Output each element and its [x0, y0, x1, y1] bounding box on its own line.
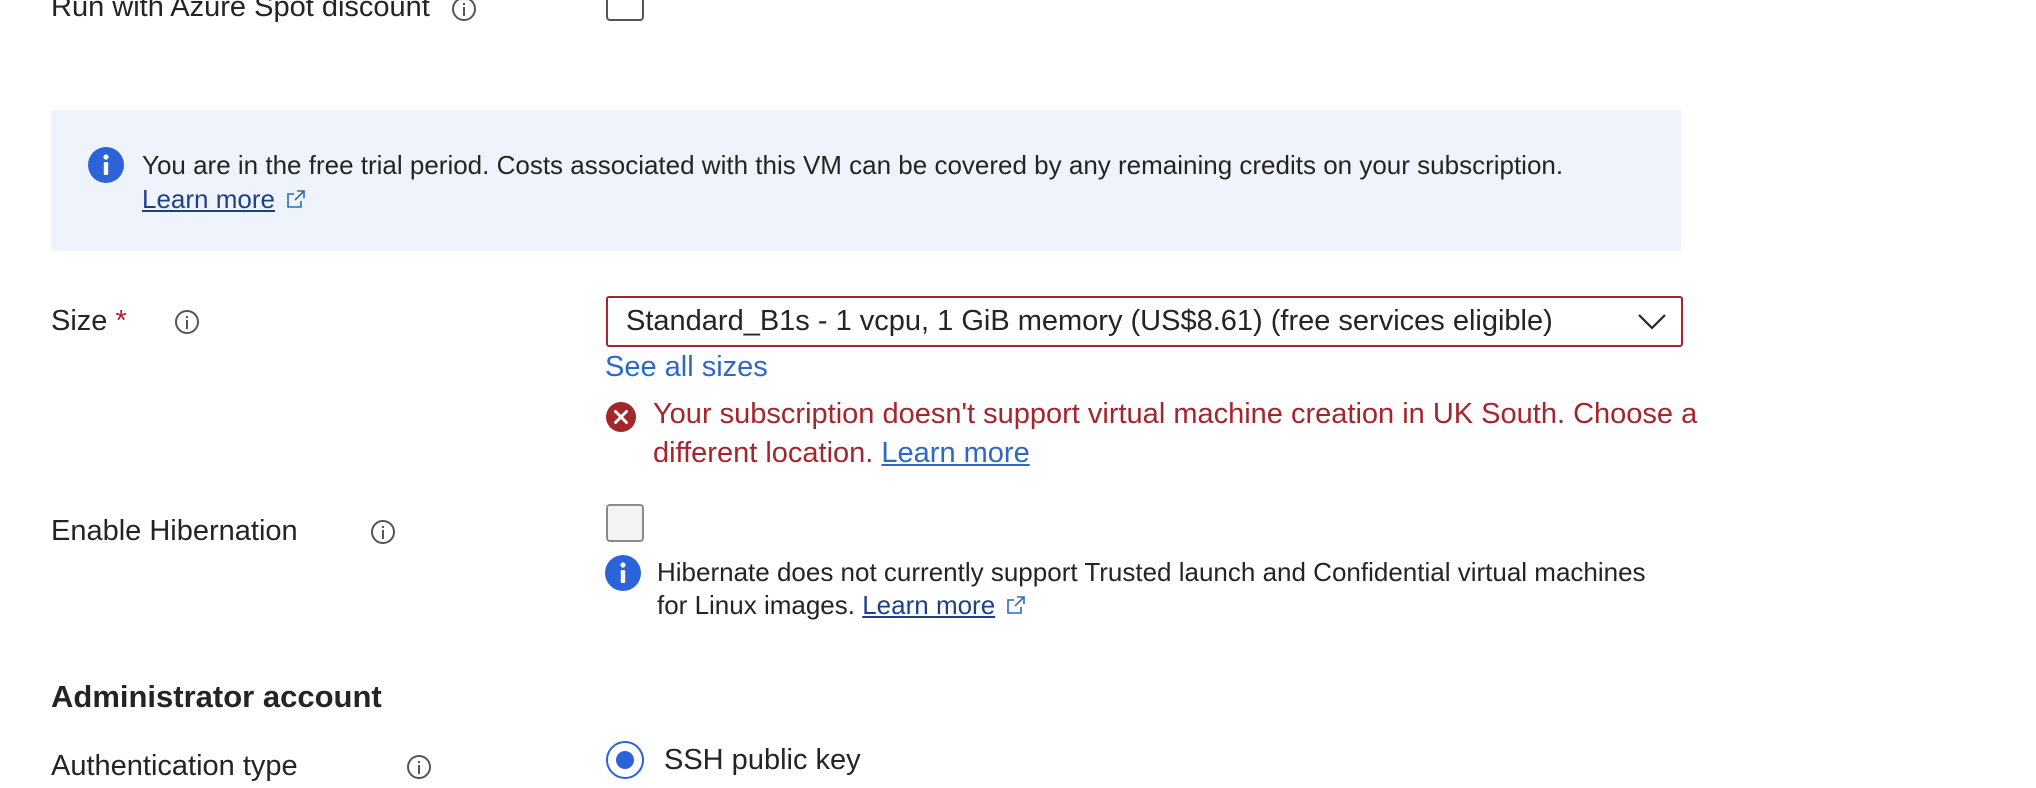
see-all-sizes-link[interactable]: See all sizes — [605, 351, 768, 384]
spot-discount-label-text: Run with Azure Spot discount — [51, 0, 430, 23]
authentication-type-label: Authentication type — [51, 750, 298, 783]
spot-discount-checkbox[interactable] — [606, 0, 644, 21]
hibernation-learn-more-link[interactable]: Learn more — [862, 590, 995, 620]
info-filled-icon — [88, 147, 124, 183]
size-error-text: Your subscription doesn't support virtua… — [653, 398, 1698, 469]
size-error-message: Your subscription doesn't support virtua… — [653, 395, 1713, 473]
hibernation-label-text: Enable Hibernation — [51, 515, 298, 547]
external-link-icon — [285, 184, 307, 218]
ssh-public-key-option[interactable]: SSH public key — [606, 741, 861, 779]
free-trial-banner: You are in the free trial period. Costs … — [51, 110, 1681, 251]
size-error-learn-more-link[interactable]: Learn more — [881, 437, 1029, 469]
spot-info-icon[interactable] — [452, 0, 476, 21]
hibernation-info-icon[interactable] — [370, 520, 395, 544]
hibernation-info-filled-icon — [605, 555, 641, 591]
size-dropdown-value: Standard_B1s - 1 vcpu, 1 GiB memory (US$… — [626, 305, 1553, 337]
required-marker: * — [115, 305, 127, 337]
ssh-public-key-label: SSH public key — [664, 743, 861, 776]
ssh-radio-button[interactable] — [606, 741, 644, 779]
hibernation-info-message: Hibernate does not currently support Tru… — [657, 556, 1657, 624]
authentication-info-icon[interactable] — [407, 755, 432, 779]
size-info-icon[interactable] — [175, 310, 200, 334]
external-link-icon — [1005, 591, 1027, 624]
hibernation-info-text: Hibernate does not currently support Tru… — [657, 557, 1646, 620]
hibernation-checkbox[interactable] — [606, 504, 644, 542]
hibernation-label: Enable Hibernation — [51, 515, 298, 548]
error-icon — [605, 401, 637, 438]
authentication-type-text: Authentication type — [51, 750, 298, 782]
size-label-text: Size — [51, 305, 108, 337]
banner-message: You are in the free trial period. Costs … — [142, 148, 1662, 218]
spot-discount-label: Run with Azure Spot discount — [51, 0, 430, 24]
banner-learn-more-link[interactable]: Learn more — [142, 184, 275, 214]
size-dropdown[interactable]: Standard_B1s - 1 vcpu, 1 GiB memory (US$… — [606, 296, 1683, 347]
size-label: Size * — [51, 305, 127, 338]
chevron-down-icon — [1637, 308, 1667, 339]
banner-text: You are in the free trial period. Costs … — [142, 150, 1564, 180]
administrator-account-heading: Administrator account — [51, 679, 382, 714]
